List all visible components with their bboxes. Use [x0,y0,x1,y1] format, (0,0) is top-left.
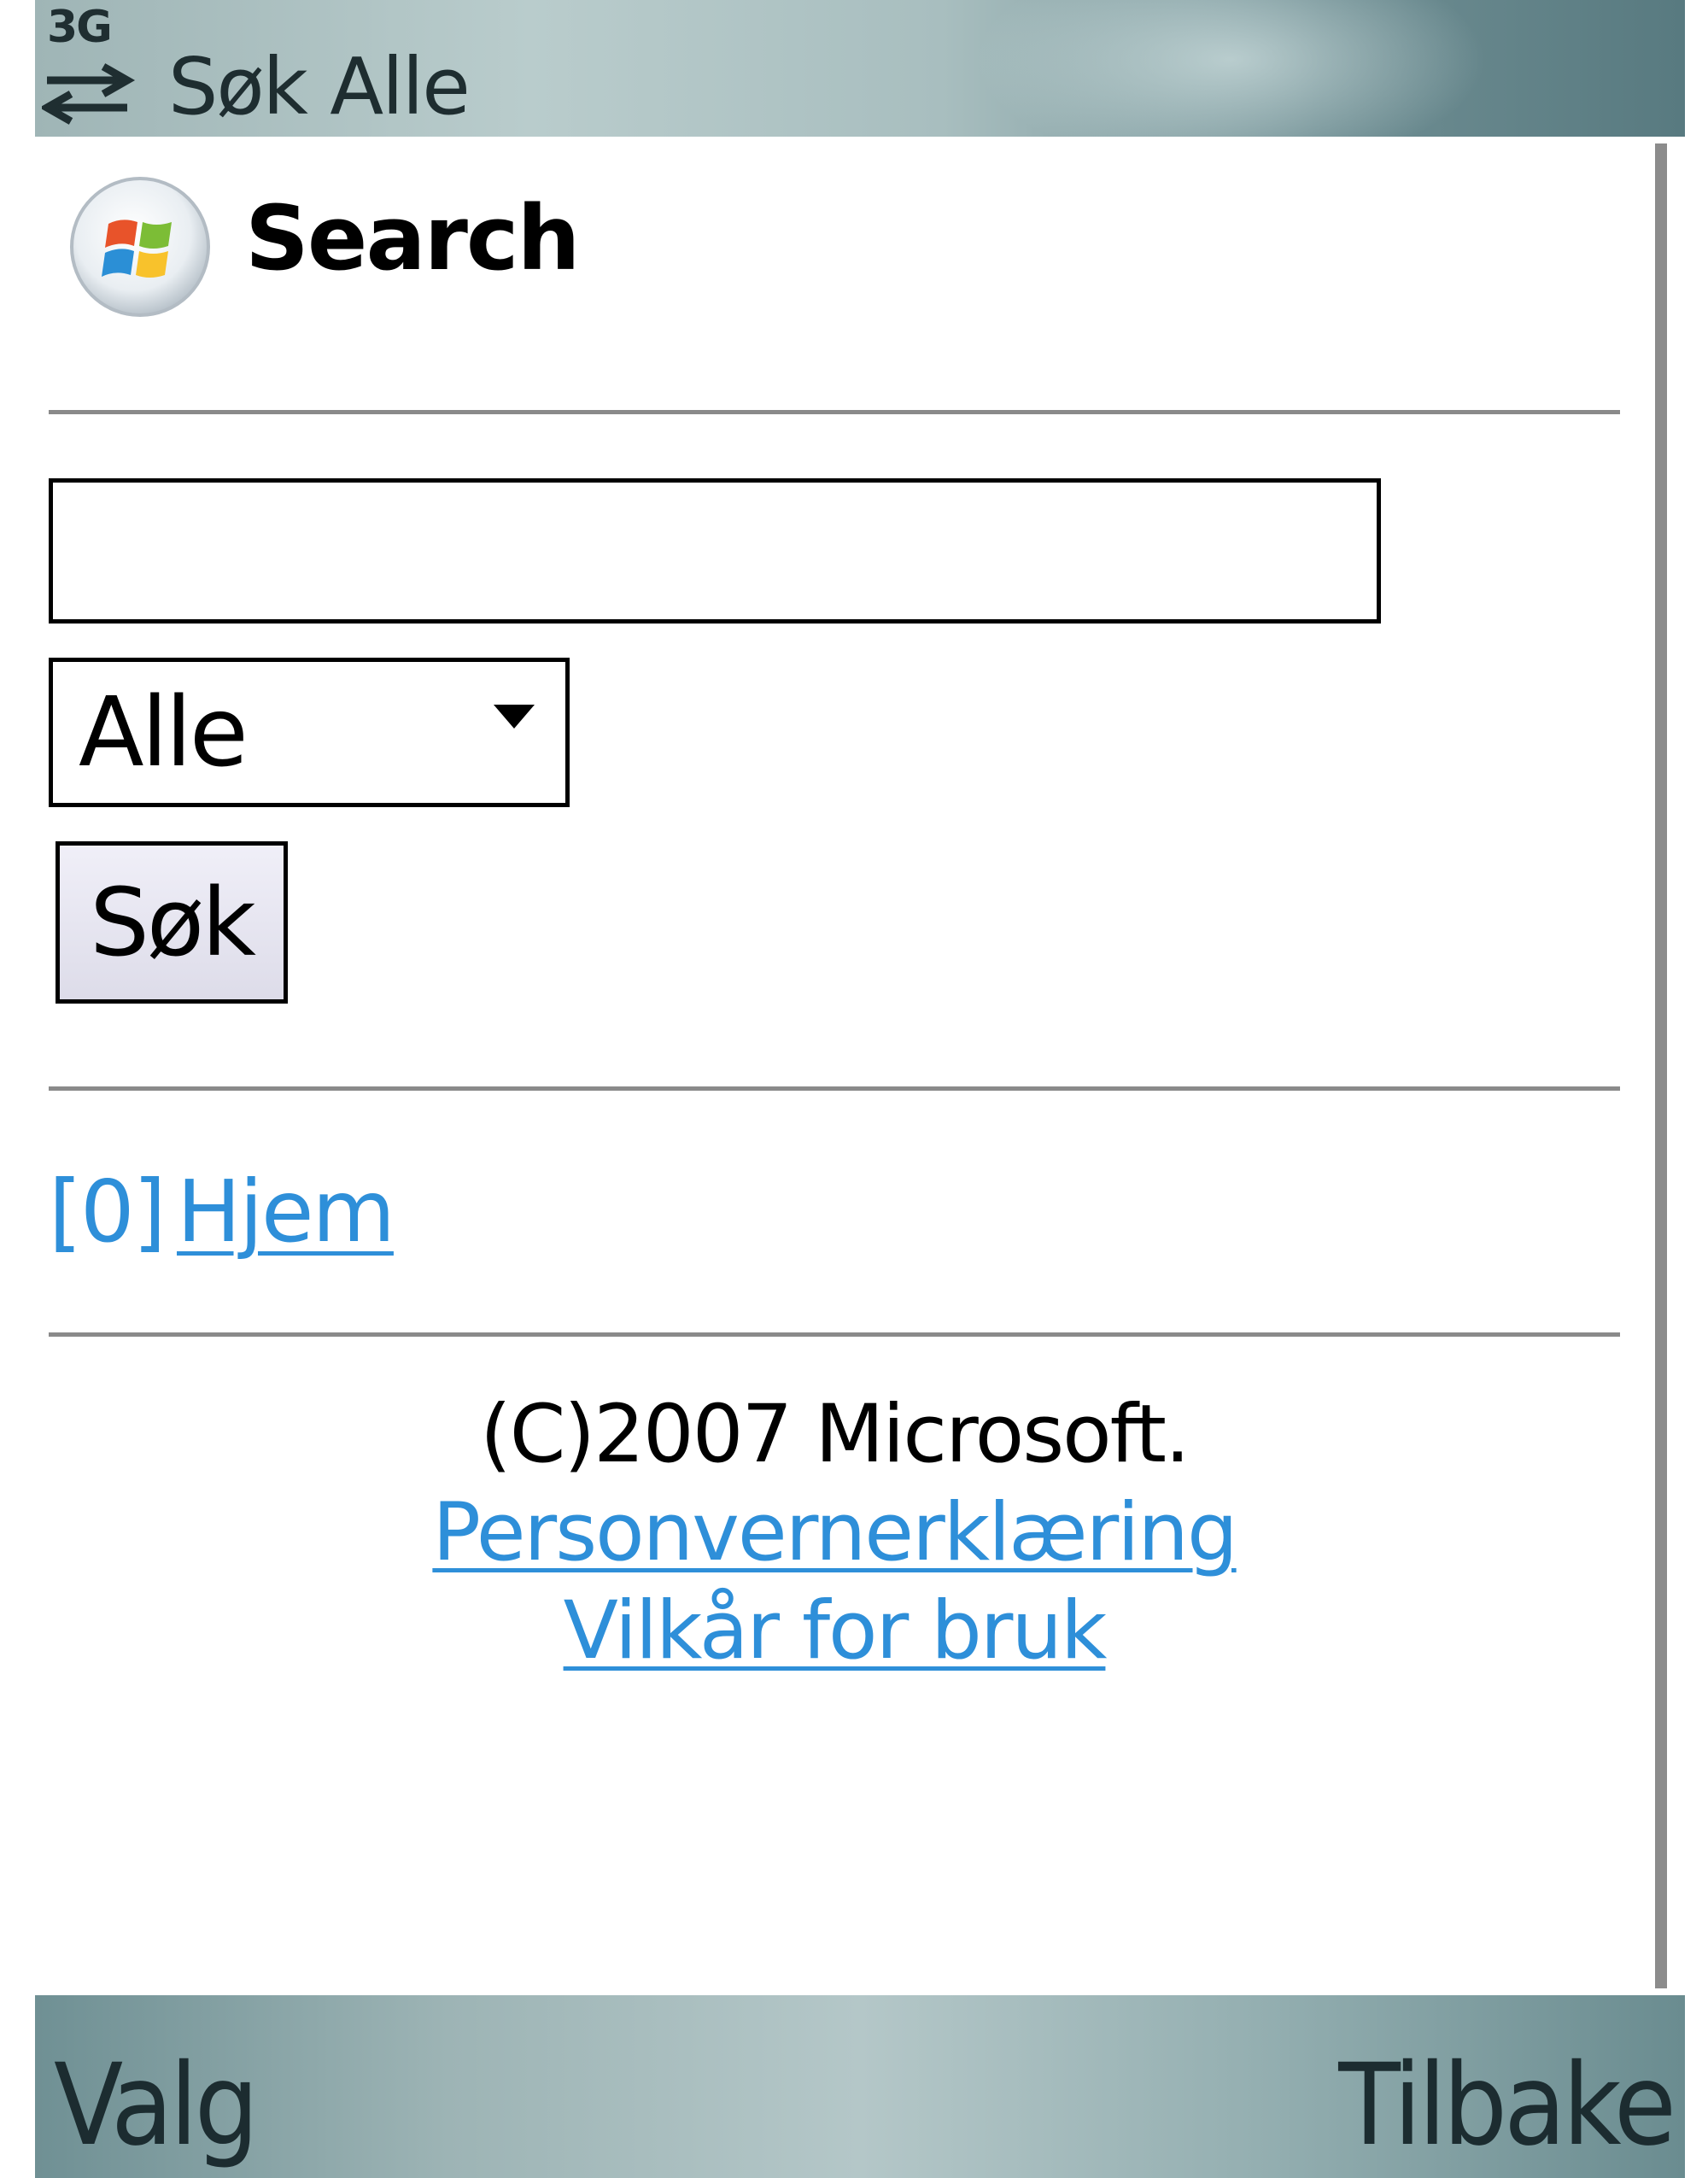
vertical-scrollbar[interactable] [1655,143,1667,1988]
transfer-arrows-icon [42,63,136,125]
search-button[interactable]: Søk [56,841,288,1004]
copyright-text: (C)2007 Microsoft. [480,1388,1190,1481]
page-title: Search [245,186,581,290]
search-scope-value: Alle [79,677,249,788]
phone-screen: 3G Søk Alle Search Alle Søk [0] Hjem (C)… [0,0,1708,2178]
home-link[interactable]: Hjem [177,1162,395,1262]
privacy-link[interactable]: Personvernerklæring [432,1486,1237,1579]
options-softkey[interactable]: Valg [54,2040,259,2171]
search-scope-select[interactable]: Alle [49,658,570,807]
network-type-indicator: 3G [47,2,113,53]
divider-top [49,410,1620,414]
windows-logo-icon [70,177,210,317]
search-input[interactable] [49,478,1381,624]
home-accesskey: [0] [49,1162,167,1262]
terms-link[interactable]: Vilkår for bruk [564,1584,1108,1677]
divider-bottom [49,1332,1620,1337]
back-softkey[interactable]: Tilbake [1338,2040,1676,2171]
terms-row: Vilkår for bruk [49,1584,1620,1677]
privacy-row: Personvernerklæring [49,1486,1620,1579]
dropdown-arrow-icon [494,705,535,729]
softkey-bar: Valg Tilbake [35,1995,1685,2178]
window-title: Søk Alle [168,41,471,132]
status-bar: 3G Søk Alle [35,0,1685,137]
divider-middle [49,1086,1620,1091]
page-content: Search Alle Søk [0] Hjem (C)2007 Microso… [35,137,1641,2016]
